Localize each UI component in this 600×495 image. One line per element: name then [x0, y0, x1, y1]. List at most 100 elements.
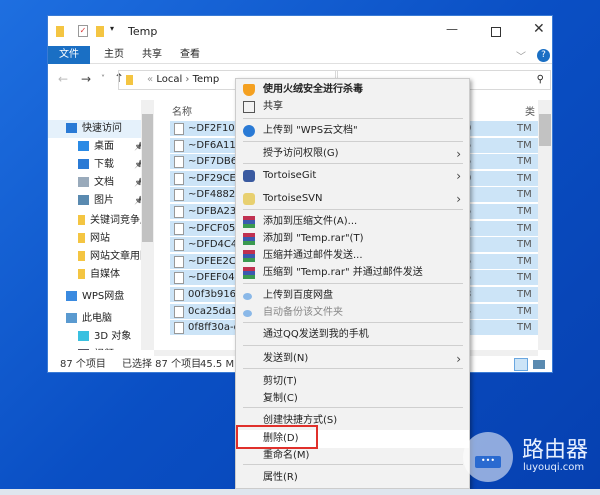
tab-share[interactable]: 共享	[132, 46, 172, 64]
file-type: TM	[517, 322, 532, 334]
minimize-button[interactable]: —	[446, 22, 458, 36]
back-button[interactable]: ←	[58, 72, 68, 86]
expand-ribbon-icon[interactable]: ﹀	[516, 48, 526, 63]
menu-item[interactable]: TortoiseSVN ›	[236, 190, 469, 208]
file-type: TM	[517, 156, 532, 168]
menu-item[interactable]: 压缩并通过邮件发送...	[236, 247, 469, 265]
tab-home[interactable]: 主页	[94, 46, 134, 64]
folder-icon	[78, 233, 85, 243]
nav-item[interactable]: 自媒体	[48, 266, 148, 284]
menu-item[interactable]: 压缩到 "Temp.rar" 并通过邮件发送	[236, 264, 469, 282]
nav-item[interactable]: 桌面 📌	[48, 138, 148, 156]
recent-locations-icon[interactable]: ˅	[101, 74, 105, 83]
list-scrollbar[interactable]	[538, 100, 552, 350]
menu-item[interactable]: 复制(C)	[236, 390, 469, 408]
menu-separator	[243, 322, 463, 323]
breadcrumb-temp[interactable]: Temp	[193, 74, 220, 85]
breadcrumb-overflow[interactable]: «	[147, 74, 153, 85]
menu-item-label: 通过QQ发送到我的手机	[263, 329, 369, 340]
selected-count: 已选择 87 个项目	[122, 359, 202, 370]
menu-item-label: 授予访问权限(G)	[263, 148, 339, 159]
file-icon	[174, 239, 184, 252]
file-type: TM	[517, 255, 532, 267]
menu-item[interactable]: 授予访问权限(G) ›	[236, 145, 469, 163]
menu-item[interactable]: 上传到百度网盘	[236, 287, 469, 305]
nav-scrollbar[interactable]	[141, 100, 154, 350]
menu-item-label: 重命名(M)	[263, 450, 310, 461]
properties-icon[interactable]: ✓	[78, 25, 88, 37]
tab-file[interactable]: 文件	[48, 46, 90, 64]
menu-item-label: 添加到压缩文件(A)...	[263, 216, 358, 227]
menu-item[interactable]: 剪切(T)	[236, 373, 469, 391]
menu-separator	[243, 345, 463, 346]
column-name[interactable]: 名称	[172, 103, 192, 118]
winrar-icon	[243, 233, 255, 245]
file-icon	[174, 322, 184, 335]
nav-item[interactable]: 图片 📌	[48, 192, 148, 210]
title-bar: ✓ ▾ Temp — ✕	[48, 16, 552, 46]
menu-item-label: 自动备份该文件夹	[263, 307, 343, 318]
nav-item[interactable]: 3D 对象	[48, 328, 148, 346]
maximize-button[interactable]	[491, 27, 501, 37]
nav-item[interactable]: 网站文章用图	[48, 248, 148, 266]
breadcrumb-local[interactable]: Local	[156, 74, 182, 85]
new-folder-icon[interactable]	[96, 26, 104, 37]
menu-item[interactable]: 使用火绒安全进行杀毒	[236, 81, 469, 99]
router-logo-icon: •••	[463, 432, 513, 482]
menu-item[interactable]: TortoiseGit ›	[236, 167, 469, 185]
forward-button[interactable]: →	[81, 72, 91, 86]
close-button[interactable]: ✕	[533, 21, 545, 37]
menu-item[interactable]: 添加到压缩文件(A)...	[236, 213, 469, 231]
nav-item-label: 下载	[94, 159, 114, 170]
nav-item[interactable]: WPS网盘	[48, 288, 148, 306]
file-icon	[174, 272, 184, 285]
winrar-icon	[243, 250, 255, 262]
file-type: TM	[517, 206, 532, 217]
folder-icon	[78, 251, 85, 261]
menu-separator	[243, 141, 463, 142]
desktop-icon	[78, 141, 89, 151]
menu-item[interactable]: 通过QQ发送到我的手机	[236, 326, 469, 344]
menu-item-label: 添加到 "Temp.rar"(T)	[263, 233, 364, 244]
menu-item[interactable]: 自动备份该文件夹	[236, 304, 469, 322]
window-title: Temp	[128, 25, 158, 38]
quick-access-dropdown-icon[interactable]: ▾	[110, 24, 114, 33]
tab-view[interactable]: 查看	[170, 46, 210, 64]
chevron-right-icon: ›	[456, 169, 461, 183]
menu-separator	[243, 163, 463, 164]
menu-item[interactable]: 属性(R)	[236, 469, 469, 487]
thumbnail-view-button[interactable]	[533, 360, 545, 369]
nav-item[interactable]: 文档 📌	[48, 174, 148, 192]
nav-item-label: 关键词竞争度	[90, 215, 148, 226]
file-name: ~DF2F10F	[188, 123, 241, 134]
chevron-right-icon: ›	[456, 192, 461, 206]
nav-item[interactable]: 下载 📌	[48, 156, 148, 174]
menu-item-label: 上传到 "WPS云文档"	[263, 125, 358, 136]
nav-item-label: 此电脑	[82, 313, 112, 324]
nav-item-label: WPS网盘	[82, 291, 125, 302]
baidu-cloud-icon	[243, 310, 252, 317]
help-icon[interactable]: ?	[537, 49, 550, 62]
menu-item[interactable]: 添加到 "Temp.rar"(T)	[236, 230, 469, 248]
details-view-button[interactable]	[514, 358, 528, 371]
menu-item[interactable]: 共享	[236, 98, 469, 116]
chevron-right-icon: ›	[456, 352, 461, 366]
nav-item[interactable]: 快速访问	[48, 120, 148, 138]
download-icon	[78, 159, 89, 169]
star-icon	[66, 123, 77, 133]
file-icon	[174, 189, 184, 202]
nav-item[interactable]: 视频	[48, 346, 148, 350]
nav-item-label: 图片	[94, 195, 114, 206]
menu-item[interactable]: 重命名(M)	[236, 447, 469, 465]
nav-item-label: 快速访问	[82, 123, 122, 134]
nav-item[interactable]: 网站	[48, 230, 148, 248]
menu-item[interactable]: 上传到 "WPS云文档"	[236, 122, 469, 140]
file-icon	[174, 289, 184, 301]
cloud-icon	[66, 291, 77, 301]
file-type: TM	[517, 189, 532, 201]
nav-item[interactable]: 此电脑	[48, 310, 148, 328]
share-icon	[243, 101, 255, 113]
menu-item[interactable]: 发送到(N) ›	[236, 350, 469, 368]
nav-item[interactable]: 关键词竞争度	[48, 212, 148, 230]
file-type: TM	[517, 289, 532, 300]
